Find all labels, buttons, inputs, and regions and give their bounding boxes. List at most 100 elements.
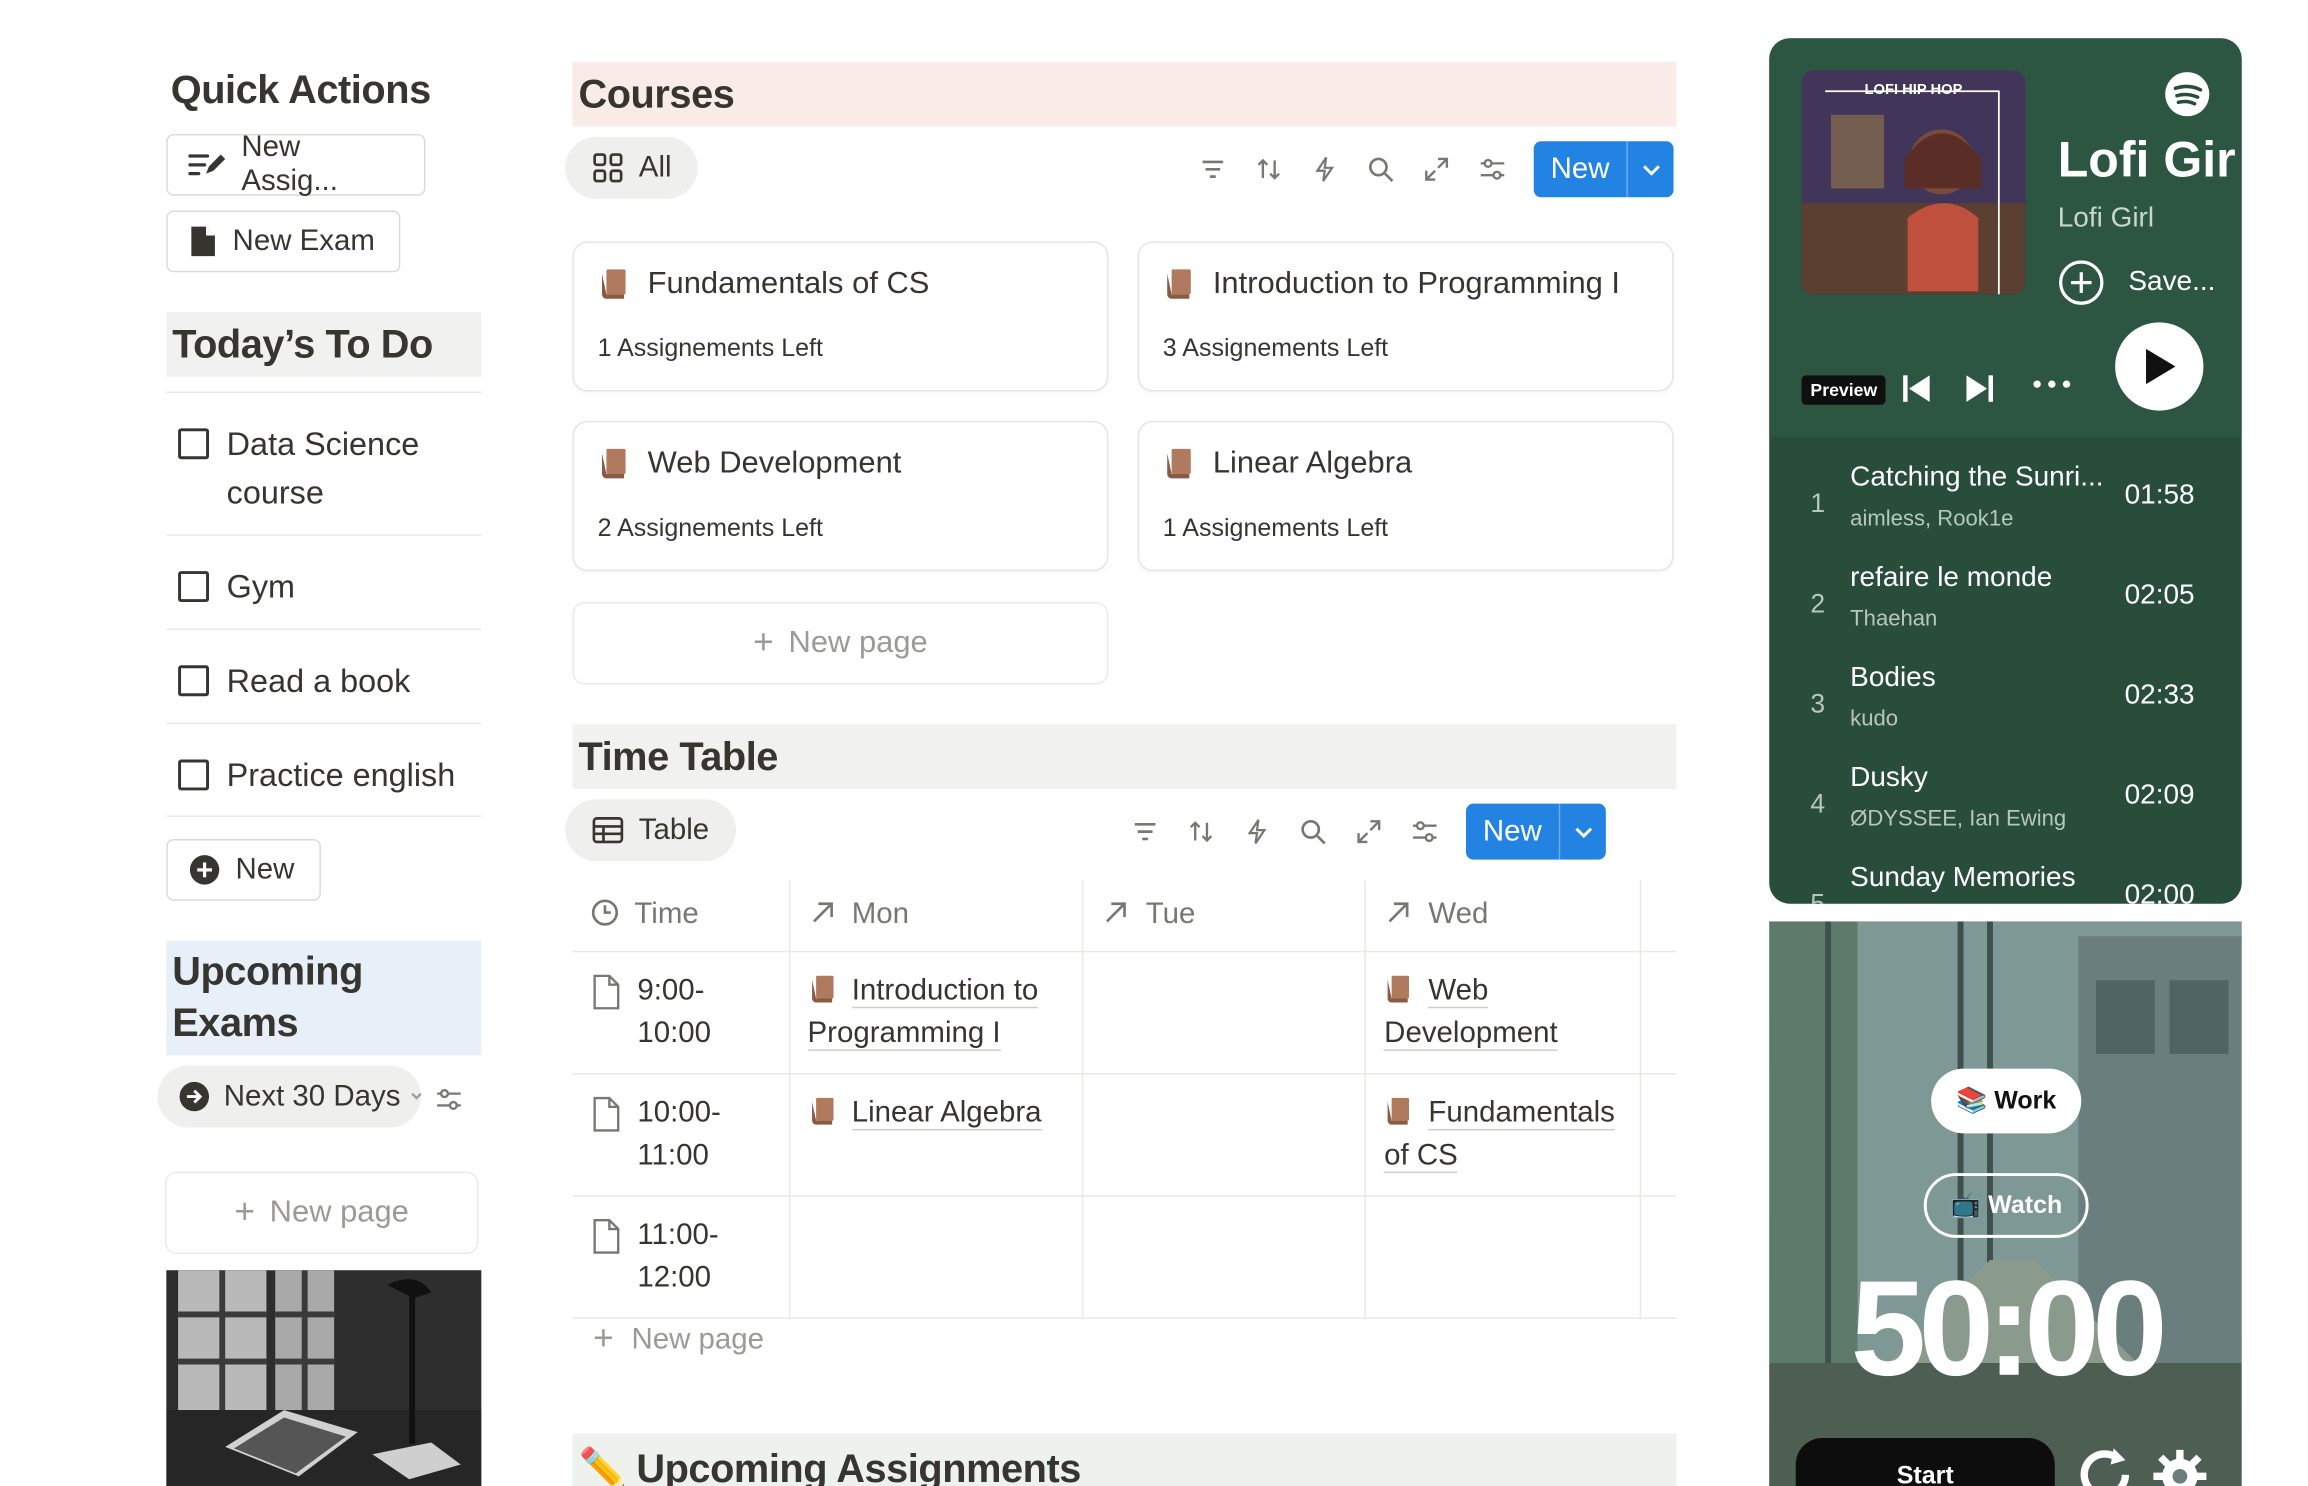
course-link[interactable]: Fundamentals of CS [1384,1095,1615,1173]
checkbox[interactable] [178,571,210,603]
next-track-icon[interactable] [1964,372,1996,404]
track-duration: 01:58 [2124,479,2195,511]
timetable-new-page-button[interactable]: + New page [593,1319,764,1360]
mon-cell[interactable] [789,1195,1084,1319]
column-header-time[interactable]: Time [572,880,790,952]
work-mode-button[interactable]: 📚 Work [1931,1068,2082,1134]
track-duration: 02:00 [2124,880,2195,904]
settings-sliders-icon[interactable] [1397,807,1453,857]
course-card[interactable]: Fundamentals of CS 1 Assignements Left [572,241,1109,392]
filter-icon[interactable] [1185,144,1241,194]
play-button[interactable] [2115,322,2204,411]
tue-cell[interactable] [1083,1073,1367,1196]
table-row[interactable]: 11:00-12:00 [572,1195,1677,1319]
course-card[interactable]: Linear Algebra 1 Assignements Left [1137,420,1674,572]
column-header-wed[interactable]: Wed [1365,880,1642,952]
column-label: Wed [1428,898,1489,931]
wed-cell[interactable]: Web Development [1365,950,1642,1074]
more-options-icon[interactable] [2031,378,2072,390]
search-icon[interactable] [1285,807,1341,857]
chevron-down-icon[interactable] [409,1089,424,1104]
time-cell: 10:00-11:00 [637,1095,721,1171]
new-exam-button[interactable]: New Exam [166,210,401,273]
extra-cell [1640,950,1677,1074]
course-link[interactable]: Linear Algebra [851,1095,1042,1130]
todo-item[interactable]: Data Science course [166,391,482,536]
course-card[interactable]: Introduction to Programming I 3 Assignem… [1137,241,1674,392]
tue-cell[interactable] [1083,950,1367,1074]
checkbox[interactable] [178,665,210,697]
checkbox[interactable] [178,428,210,460]
book-icon [1167,448,1191,479]
wed-cell[interactable] [1365,1195,1642,1319]
book-icon [811,975,833,1002]
exams-filter-pill[interactable]: Next 30 Days [157,1065,421,1128]
track-row[interactable]: 2 refaire le monde Thaehan 02:05 [1769,553,2241,653]
mon-cell[interactable]: Introduction to Programming I [789,950,1084,1074]
playlist-owner[interactable]: Lofi Girl [2058,203,2154,235]
spotify-logo-icon[interactable] [2164,71,2211,118]
book-icon [602,269,626,299]
table-row[interactable]: 10:00-11:00 Linear Algebra Fundamentals … [572,1073,1677,1196]
sort-icon[interactable] [1173,807,1229,857]
courses-new-button[interactable]: New [1533,141,1674,198]
gear-icon[interactable] [2149,1445,2211,1486]
start-button[interactable]: Start [1795,1438,2055,1486]
search-icon[interactable] [1353,144,1409,194]
courses-view-tab[interactable]: All [565,136,699,199]
todo-item[interactable]: Read a book [166,628,482,723]
watch-mode-button[interactable]: 📺 Watch [1923,1173,2089,1238]
track-row[interactable]: 4 Dusky ØDYSSEE, Ian Ewing 02:09 [1769,754,2241,854]
reset-icon[interactable] [2072,1442,2137,1486]
page-icon [593,1096,620,1131]
wed-cell[interactable]: Fundamentals of CS [1365,1073,1642,1196]
new-todo-button[interactable]: New [166,838,321,901]
pomodoro-widget: 📚 Work 📺 Watch 50:00 Start [1769,921,2242,1486]
timer-display: 50:00 [1850,1254,2168,1405]
relation-arrow-icon [812,902,833,923]
filter-icon[interactable] [1117,807,1173,857]
expand-icon[interactable] [1409,144,1465,194]
expand-icon[interactable] [1341,807,1397,857]
todo-item[interactable]: Gym [166,534,482,628]
column-header-mon[interactable]: Mon [789,880,1084,952]
save-button[interactable]: Save... [2058,259,2215,306]
previous-track-icon[interactable] [1900,372,1932,404]
playlist-title[interactable]: Lofi Gir [2058,132,2242,189]
chevron-down-icon[interactable] [1560,821,1606,842]
course-card[interactable]: Web Development 2 Assignements Left [572,420,1109,572]
new-page-label: New page [631,1322,765,1355]
new-todo-label: New [235,852,295,886]
courses-new-page-button[interactable]: + New page [572,602,1109,685]
mon-cell[interactable]: Linear Algebra [789,1073,1084,1196]
lightning-icon[interactable] [1229,807,1285,857]
track-row[interactable]: 5 Sunday Memories 02:00 [1769,854,2241,904]
timetable-view-tab[interactable]: Table [565,799,736,862]
course-link[interactable]: Introduction to Programming I [807,973,1039,1051]
timetable-new-label: New [1466,803,1561,860]
settings-sliders-icon[interactable] [1465,144,1521,194]
track-row[interactable]: 3 Bodies kudo 02:33 [1769,654,2241,754]
new-assignment-button[interactable]: New Assig... [166,131,426,197]
timetable-table: Time Mon Tue Wed 9:00-10:00 Introduction… [572,880,1677,1319]
timetable-new-button[interactable]: New [1466,803,1606,860]
table-row[interactable]: 9:00-10:00 Introduction to Programming I… [572,950,1677,1074]
track-number: 3 [1810,688,1826,719]
todo-item[interactable]: Practice english [166,722,482,817]
column-header-tue[interactable]: Tue [1083,880,1367,952]
chevron-down-icon[interactable] [1628,159,1674,180]
track-number: 1 [1810,488,1826,519]
time-cell: 11:00-12:00 [637,1217,719,1294]
new-page-label: New page [788,625,928,660]
lightning-icon[interactable] [1297,144,1353,194]
settings-sliders-icon[interactable] [434,1085,463,1114]
tue-cell[interactable] [1083,1195,1367,1319]
courses-view-label: All [638,150,672,184]
course-title: Introduction to Programming I [1212,266,1621,301]
checkbox[interactable] [178,759,210,791]
sort-icon[interactable] [1241,144,1297,194]
todo-label: Read a book [226,662,411,700]
track-row[interactable]: 1 Catching the Sunri... aimless, Rook1e … [1769,453,2241,553]
timetable-toolbar [1117,807,1453,857]
exams-new-page-button[interactable]: + New page [164,1171,479,1255]
